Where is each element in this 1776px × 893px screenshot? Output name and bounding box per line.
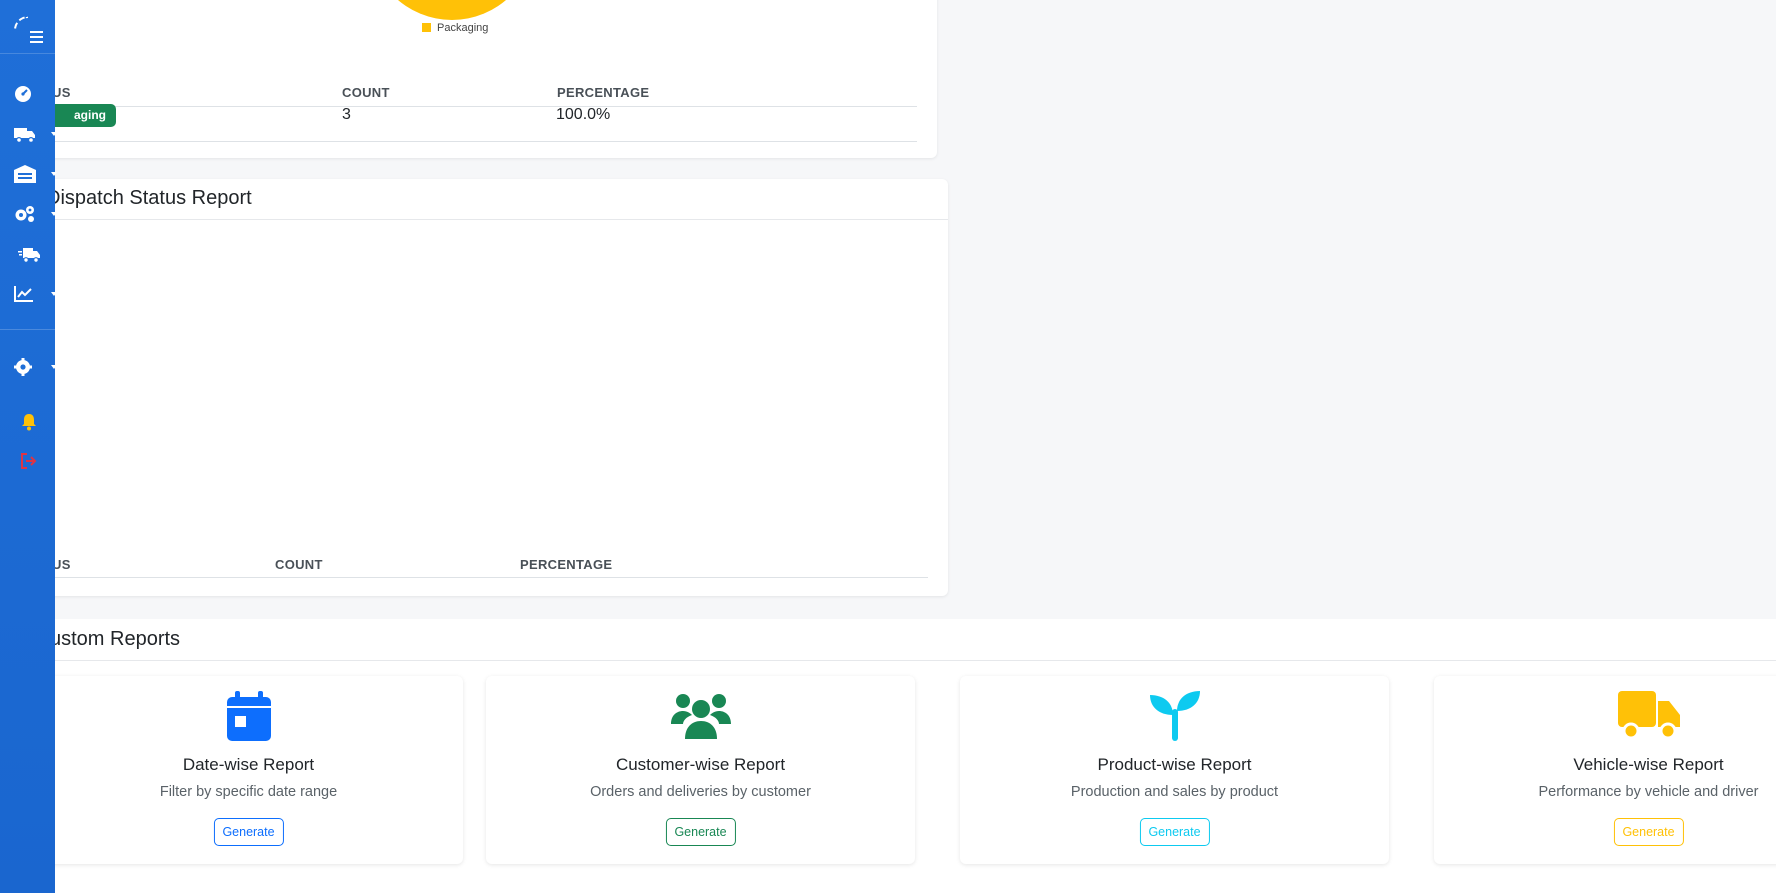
- sidebar-item-notifications[interactable]: [0, 407, 55, 437]
- pie-chart-slice-packaging: [369, 0, 535, 20]
- table-cell-percentage: 100.0%: [556, 106, 611, 123]
- truck-icon: [14, 128, 35, 143]
- report-tile-date: Date-wise Report Filter by specific date…: [34, 676, 463, 864]
- table-header-divider: [10, 577, 928, 578]
- dashboard-icon: [15, 86, 31, 102]
- calendar-icon: [226, 691, 271, 741]
- report-title: Product-wise Report: [1097, 755, 1252, 774]
- sidebar-item-delivery[interactable]: [0, 239, 55, 269]
- table-cell-count: 3: [342, 106, 351, 123]
- report-description: Filter by specific date range: [159, 784, 338, 800]
- column-header-count: COUNT: [342, 85, 390, 100]
- logo-icon: [14, 16, 28, 30]
- chevron-down-icon: [51, 365, 57, 369]
- chevron-down-icon: [51, 212, 57, 216]
- card-title: ustom Reports: [50, 628, 181, 650]
- report-description: Performance by vehicle and driver: [1538, 784, 1759, 800]
- cogs-icon: [15, 206, 34, 222]
- generate-button[interactable]: Generate: [1613, 818, 1684, 846]
- sidebar-item-dispatch[interactable]: [0, 119, 57, 149]
- sidebar-item-reports[interactable]: [0, 279, 57, 309]
- legend-label: Packaging: [437, 22, 489, 34]
- settings-icon: [14, 358, 32, 376]
- card-title: Dispatch Status Report: [46, 187, 252, 209]
- chart-line-icon: [14, 286, 33, 302]
- generate-button[interactable]: Generate: [1139, 818, 1210, 846]
- report-title: Customer-wise Report: [615, 755, 786, 774]
- card-header-divider: [0, 219, 948, 220]
- delivery-truck-icon: [18, 248, 40, 263]
- logout-icon: [21, 453, 37, 469]
- table-row-divider: [10, 141, 917, 142]
- report-title: Date-wise Report: [182, 755, 315, 774]
- table-header-divider: [10, 106, 917, 107]
- menu-toggle-icon[interactable]: [30, 31, 44, 43]
- chevron-down-icon: [51, 132, 57, 136]
- report-description: Production and sales by product: [1070, 784, 1279, 800]
- legend-swatch: [422, 23, 431, 32]
- chevron-down-icon: [51, 172, 57, 176]
- chevron-down-icon: [51, 292, 57, 296]
- sidebar-item-logout[interactable]: [0, 446, 55, 476]
- column-header-count: COUNT: [275, 557, 323, 572]
- status-breakdown-card: Packaging US COUNT PERCENTAGE aging 3 10…: [0, 0, 937, 158]
- sidebar-item-warehouse[interactable]: [0, 159, 57, 189]
- sidebar-header: [0, 0, 55, 54]
- column-header-percentage: PERCENTAGE: [520, 557, 613, 572]
- sidebar-divider: [0, 329, 55, 330]
- generate-button[interactable]: Generate: [213, 818, 284, 846]
- sidebar-item-production[interactable]: [0, 199, 57, 229]
- report-tile-customer: Customer-wise Report Orders and deliveri…: [486, 676, 915, 864]
- bell-icon: [22, 414, 36, 431]
- column-header-percentage: PERCENTAGE: [557, 85, 650, 100]
- truck-icon: [1617, 691, 1680, 739]
- card-header-divider: [0, 660, 1776, 661]
- sidebar-item-dashboard[interactable]: [0, 79, 55, 109]
- seedling-icon: [1149, 691, 1200, 741]
- report-tile-product: Product-wise Report Production and sales…: [960, 676, 1389, 864]
- dispatch-status-card: Dispatch Status Report US COUNT PERCENTA…: [0, 179, 948, 596]
- report-tile-vehicle: Vehicle-wise Report Performance by vehic…: [1434, 676, 1776, 864]
- vehicle-tile-content: Vehicle-wise Report Performance by vehic…: [1434, 676, 1776, 864]
- warehouse-icon: [14, 165, 36, 183]
- generate-button[interactable]: Generate: [665, 818, 736, 846]
- users-icon: [670, 694, 731, 739]
- report-description: Orders and deliveries by customer: [590, 784, 811, 800]
- report-title: Vehicle-wise Report: [1573, 755, 1724, 774]
- sidebar: [0, 0, 57, 893]
- sidebar-item-settings[interactable]: [0, 352, 57, 382]
- chart-legend: Packaging: [422, 22, 488, 34]
